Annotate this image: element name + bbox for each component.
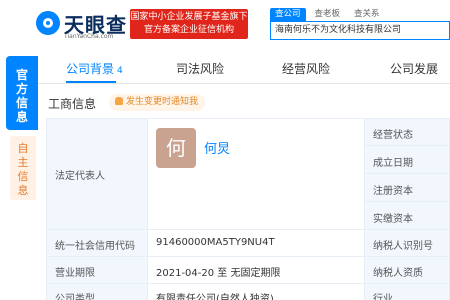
- label-cell: 成立日期: [364, 145, 450, 174]
- label-cell: 实缴资本: [364, 201, 450, 230]
- search-input[interactable]: 海南何乐不为文化科技有限公司: [270, 21, 450, 40]
- notify-label: 发生变更时通知我: [126, 97, 199, 107]
- field-label-taxpayer-id: 纳税人识别号: [373, 241, 433, 252]
- side-tab-char: 信: [15, 96, 28, 110]
- change-notify-button[interactable]: 发生变更时通知我: [109, 94, 206, 111]
- search-tab-boss[interactable]: 查老板: [310, 8, 346, 21]
- field-label-industry: 行业: [373, 294, 393, 300]
- search-tab-company[interactable]: 查公司: [270, 8, 306, 21]
- tab-label: 公司背景: [66, 62, 115, 76]
- value-cell: 91460000MA5TY9NU4T: [147, 229, 365, 257]
- tab-company-background[interactable]: 公司背景 4: [66, 60, 123, 77]
- side-tab-official-info[interactable]: 官 方 信 息: [6, 56, 38, 130]
- business-term-value: 2021-04-20 至 无固定期限: [156, 268, 281, 279]
- label-cell: 纳税人识别号: [364, 229, 450, 257]
- value-cell: 2021-04-20 至 无固定期限: [147, 256, 365, 284]
- label-cell: 营业期限: [46, 256, 148, 284]
- field-label-company-type: 公司类型: [55, 294, 95, 300]
- label-cell: 公司类型: [46, 283, 148, 300]
- field-label-credit-code: 统一社会信用代码: [55, 241, 135, 252]
- eye-logo-icon[interactable]: [36, 11, 60, 35]
- tab-company-development[interactable]: 公司发展: [390, 60, 438, 77]
- legal-rep-label: 法定代表人: [55, 171, 105, 182]
- side-tab-char: 主: [17, 156, 29, 169]
- section-title: 工商信息: [48, 97, 97, 111]
- legal-rep-label-cell: 法定代表人: [46, 118, 148, 230]
- company-type-value: 有限责任公司(自然人独资): [156, 294, 274, 300]
- official-badge: 国家中小企业发展子基金旗下 官方备案企业征信机构: [130, 9, 248, 39]
- side-tab-char: 息: [17, 184, 29, 197]
- field-label-registered-capital: 注册资本: [373, 186, 413, 197]
- credit-code-value: 91460000MA5TY9NU4T: [156, 237, 275, 248]
- side-tab-char: 官: [15, 68, 28, 82]
- tab-count-badge: 4: [117, 66, 123, 76]
- active-tab-underline: [66, 81, 116, 83]
- bell-icon: [115, 97, 123, 105]
- business-info-table: 法定代表人 何 何炅 经营状态 成立日期 注册资本 实缴资本 纳税人识别号 纳税…: [46, 118, 450, 300]
- legal-rep-name-link[interactable]: 何炅: [204, 138, 230, 157]
- value-cell: 有限责任公司(自然人独资): [147, 283, 365, 300]
- side-tab-char: 方: [15, 82, 28, 96]
- avatar[interactable]: 何: [156, 128, 196, 168]
- label-cell: 经营状态: [364, 118, 450, 146]
- side-tab-self-info[interactable]: 自 主 信 息: [10, 136, 36, 200]
- search-type-tabs: 查公司 查老板 查关系: [270, 8, 389, 21]
- field-label-founded: 成立日期: [373, 158, 413, 169]
- field-label-paid-capital: 实缴资本: [373, 214, 413, 225]
- site-header: 天眼查 TianYanCha.com 国家中小企业发展子基金旗下 官方备案企业征…: [0, 0, 450, 45]
- label-cell: 行业: [364, 283, 450, 300]
- label-cell: 纳税人资质: [364, 256, 450, 284]
- tab-judicial-risk[interactable]: 司法风险: [176, 60, 224, 77]
- field-label-taxpayer-qualification: 纳税人资质: [373, 268, 423, 279]
- tab-operating-risk[interactable]: 经营风险: [282, 60, 330, 77]
- field-label-status: 经营状态: [373, 130, 413, 141]
- badge-line-1: 国家中小企业发展子基金旗下: [130, 12, 248, 22]
- field-label-business-term: 营业期限: [55, 268, 95, 279]
- logo-subtitle: TianYanCha.com: [64, 33, 114, 40]
- search-tab-relation[interactable]: 查关系: [349, 8, 385, 21]
- side-tab-char: 息: [15, 110, 28, 124]
- side-tab-char: 信: [17, 170, 29, 183]
- side-tab-char: 自: [17, 142, 29, 155]
- label-cell: 注册资本: [364, 173, 450, 202]
- main-tab-bar: 公司背景 4 司法风险 经营风险 公司发展: [38, 52, 450, 84]
- badge-line-2: 官方备案企业征信机构: [143, 25, 234, 35]
- label-cell: 统一社会信用代码: [46, 229, 148, 257]
